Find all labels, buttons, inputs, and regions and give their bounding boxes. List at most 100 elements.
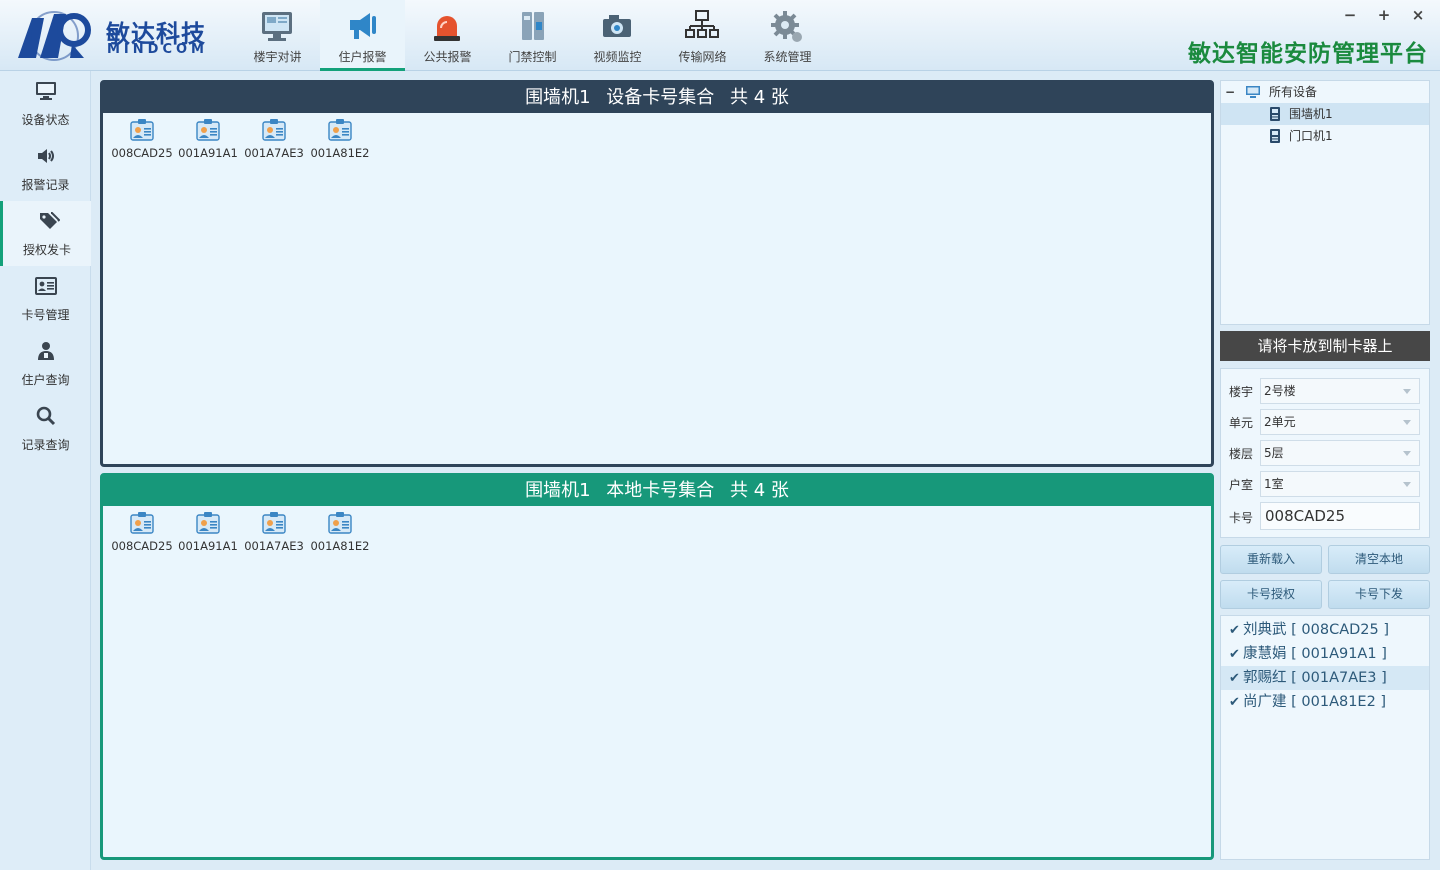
sidebar-item-label: 报警记录 <box>21 178 70 192</box>
brand-name-en: MINDCOM <box>107 42 208 57</box>
card-number: 008CAD25 <box>111 539 173 553</box>
card-badge-icon <box>262 119 286 141</box>
alarm-siren-icon <box>434 16 460 41</box>
resident-icon <box>38 342 54 360</box>
card-item[interactable]: 001A7AE3 <box>241 510 307 553</box>
card-number: 008CAD25 <box>111 146 173 160</box>
megaphone-icon <box>350 13 376 39</box>
speaker-icon <box>38 149 54 163</box>
checkmark-icon[interactable]: ✔ <box>1229 643 1243 667</box>
resident-row[interactable]: ✔ 康慧娟 [ 001A91A1 ] <box>1221 642 1429 666</box>
network-icon <box>685 10 719 38</box>
sidebar-item-label: 授权发卡 <box>22 243 71 257</box>
card-issue-form: 楼宇 2号楼 单元 2单元 楼层 5层 户室 1室 卡号 008CAD25 <box>1220 368 1430 538</box>
room-row: 户室 1室 <box>1229 471 1420 497</box>
nav-label: 门禁控制 <box>508 50 557 64</box>
card-item[interactable]: 001A81E2 <box>307 117 373 160</box>
nav-video[interactable]: 视频监控 <box>575 0 660 71</box>
card-item[interactable]: 008CAD25 <box>109 117 175 160</box>
computer-icon <box>1246 86 1260 98</box>
sidebar-item-label: 住户查询 <box>21 373 70 387</box>
panel-title: 本地卡号集合 <box>606 480 715 501</box>
resident-row[interactable]: ✔ 郭赐红 [ 001A7AE3 ] <box>1221 666 1429 690</box>
tree-root[interactable]: − 所有设备 <box>1221 81 1429 103</box>
nav-intercom[interactable]: 楼宇对讲 <box>235 0 320 71</box>
resident-name: 郭赐红 <box>1243 670 1287 686</box>
top-nav: 楼宇对讲 住户报警 公共报警 门禁控制 视频监控 传输网络 系统管理 <box>235 0 830 71</box>
resident-card: 008CAD25 <box>1301 622 1379 638</box>
card-number: 001A91A1 <box>178 146 238 160</box>
nav-label: 视频监控 <box>593 50 642 64</box>
unit-select[interactable]: 2单元 <box>1260 409 1420 435</box>
nav-resident-alarm[interactable]: 住户报警 <box>320 0 405 71</box>
monitor-icon <box>36 82 56 100</box>
panel-count: 共 4 张 <box>730 480 789 501</box>
card-item[interactable]: 008CAD25 <box>109 510 175 553</box>
nav-network[interactable]: 传输网络 <box>660 0 745 71</box>
floor-select[interactable]: 5层 <box>1260 440 1420 466</box>
nav-access-control[interactable]: 门禁控制 <box>490 0 575 71</box>
nav-label: 公共报警 <box>423 50 472 64</box>
close-button[interactable]: × <box>1410 6 1426 24</box>
resident-name: 尚广建 <box>1243 694 1287 710</box>
tree-item-wall-unit[interactable]: 围墙机1 <box>1221 103 1429 125</box>
sidebar-item-card-manage[interactable]: 卡号管理 <box>0 266 91 331</box>
reload-button[interactable]: 重新载入 <box>1220 545 1322 574</box>
panel-device-name: 围墙机1 <box>525 87 591 108</box>
sidebar-item-alarm-records[interactable]: 报警记录 <box>0 136 91 201</box>
nav-label: 住户报警 <box>338 50 387 64</box>
id-card-icon <box>35 277 57 295</box>
issue-card-button[interactable]: 卡号下发 <box>1328 580 1430 609</box>
monitor-intercom-icon <box>262 12 292 41</box>
device-card-list: 008CAD25 001A91A1 001A7AE3 001A81E2 <box>103 113 1211 160</box>
maximize-button[interactable]: + <box>1376 6 1392 24</box>
sidebar-item-device-status[interactable]: 设备状态 <box>0 71 91 136</box>
access-control-icon <box>522 12 544 40</box>
card-reader-prompt: 请将卡放到制卡器上 <box>1220 331 1430 361</box>
card-badge-icon <box>196 512 220 534</box>
nav-label: 系统管理 <box>763 50 812 64</box>
sidebar-item-label: 记录查询 <box>21 438 70 452</box>
sidebar-item-card-issue[interactable]: 授权发卡 <box>0 201 91 266</box>
panel-title: 设备卡号集合 <box>606 87 715 108</box>
card-item[interactable]: 001A91A1 <box>175 510 241 553</box>
card-badge-icon <box>130 512 154 534</box>
resident-card: 001A7AE3 <box>1301 670 1377 686</box>
tree-item-door-unit[interactable]: 门口机1 <box>1221 125 1429 147</box>
minimize-button[interactable]: − <box>1342 6 1358 24</box>
nav-public-alarm[interactable]: 公共报警 <box>405 0 490 71</box>
tags-icon <box>40 212 60 229</box>
clear-local-button[interactable]: 清空本地 <box>1328 545 1430 574</box>
tree-root-label: 所有设备 <box>1269 85 1318 99</box>
nav-system[interactable]: 系统管理 <box>745 0 830 71</box>
sidebar-item-resident-query[interactable]: 住户查询 <box>0 331 91 396</box>
card-item[interactable]: 001A91A1 <box>175 117 241 160</box>
room-select[interactable]: 1室 <box>1260 471 1420 497</box>
card-row: 卡号 008CAD25 <box>1229 502 1420 530</box>
resident-row[interactable]: ✔ 刘典武 [ 008CAD25 ] <box>1221 618 1429 642</box>
collapse-toggle-icon[interactable]: − <box>1225 81 1235 103</box>
checkmark-icon[interactable]: ✔ <box>1229 667 1243 691</box>
card-number-input[interactable]: 008CAD25 <box>1260 502 1420 530</box>
checkmark-icon[interactable]: ✔ <box>1229 619 1243 643</box>
checkmark-icon[interactable]: ✔ <box>1229 691 1243 715</box>
card-number: 001A81E2 <box>310 146 370 160</box>
card-item[interactable]: 001A7AE3 <box>241 117 307 160</box>
local-card-list: 008CAD25 001A91A1 001A7AE3 001A81E2 <box>103 506 1211 553</box>
nav-label: 传输网络 <box>678 50 727 64</box>
local-card-panel-header: 围墙机1 本地卡号集合 共 4 张 <box>103 476 1211 506</box>
floor-label: 楼层 <box>1229 447 1254 461</box>
unit-row: 单元 2单元 <box>1229 409 1420 435</box>
card-item[interactable]: 001A81E2 <box>307 510 373 553</box>
card-badge-icon <box>262 512 286 534</box>
device-card-panel: 围墙机1 设备卡号集合 共 4 张 008CAD25 001A91A1 001A… <box>100 80 1214 467</box>
authorize-card-button[interactable]: 卡号授权 <box>1220 580 1322 609</box>
resident-row[interactable]: ✔ 尚广建 [ 001A81E2 ] <box>1221 690 1429 714</box>
sidebar-item-record-query[interactable]: 记录查询 <box>0 396 91 461</box>
card-label: 卡号 <box>1229 511 1254 525</box>
building-select[interactable]: 2号楼 <box>1260 378 1420 404</box>
card-badge-icon <box>130 119 154 141</box>
mindcom-logo-icon <box>18 11 91 61</box>
brand-logo: 敏达科技 MINDCOM <box>14 8 214 64</box>
card-number: 001A81E2 <box>310 539 370 553</box>
